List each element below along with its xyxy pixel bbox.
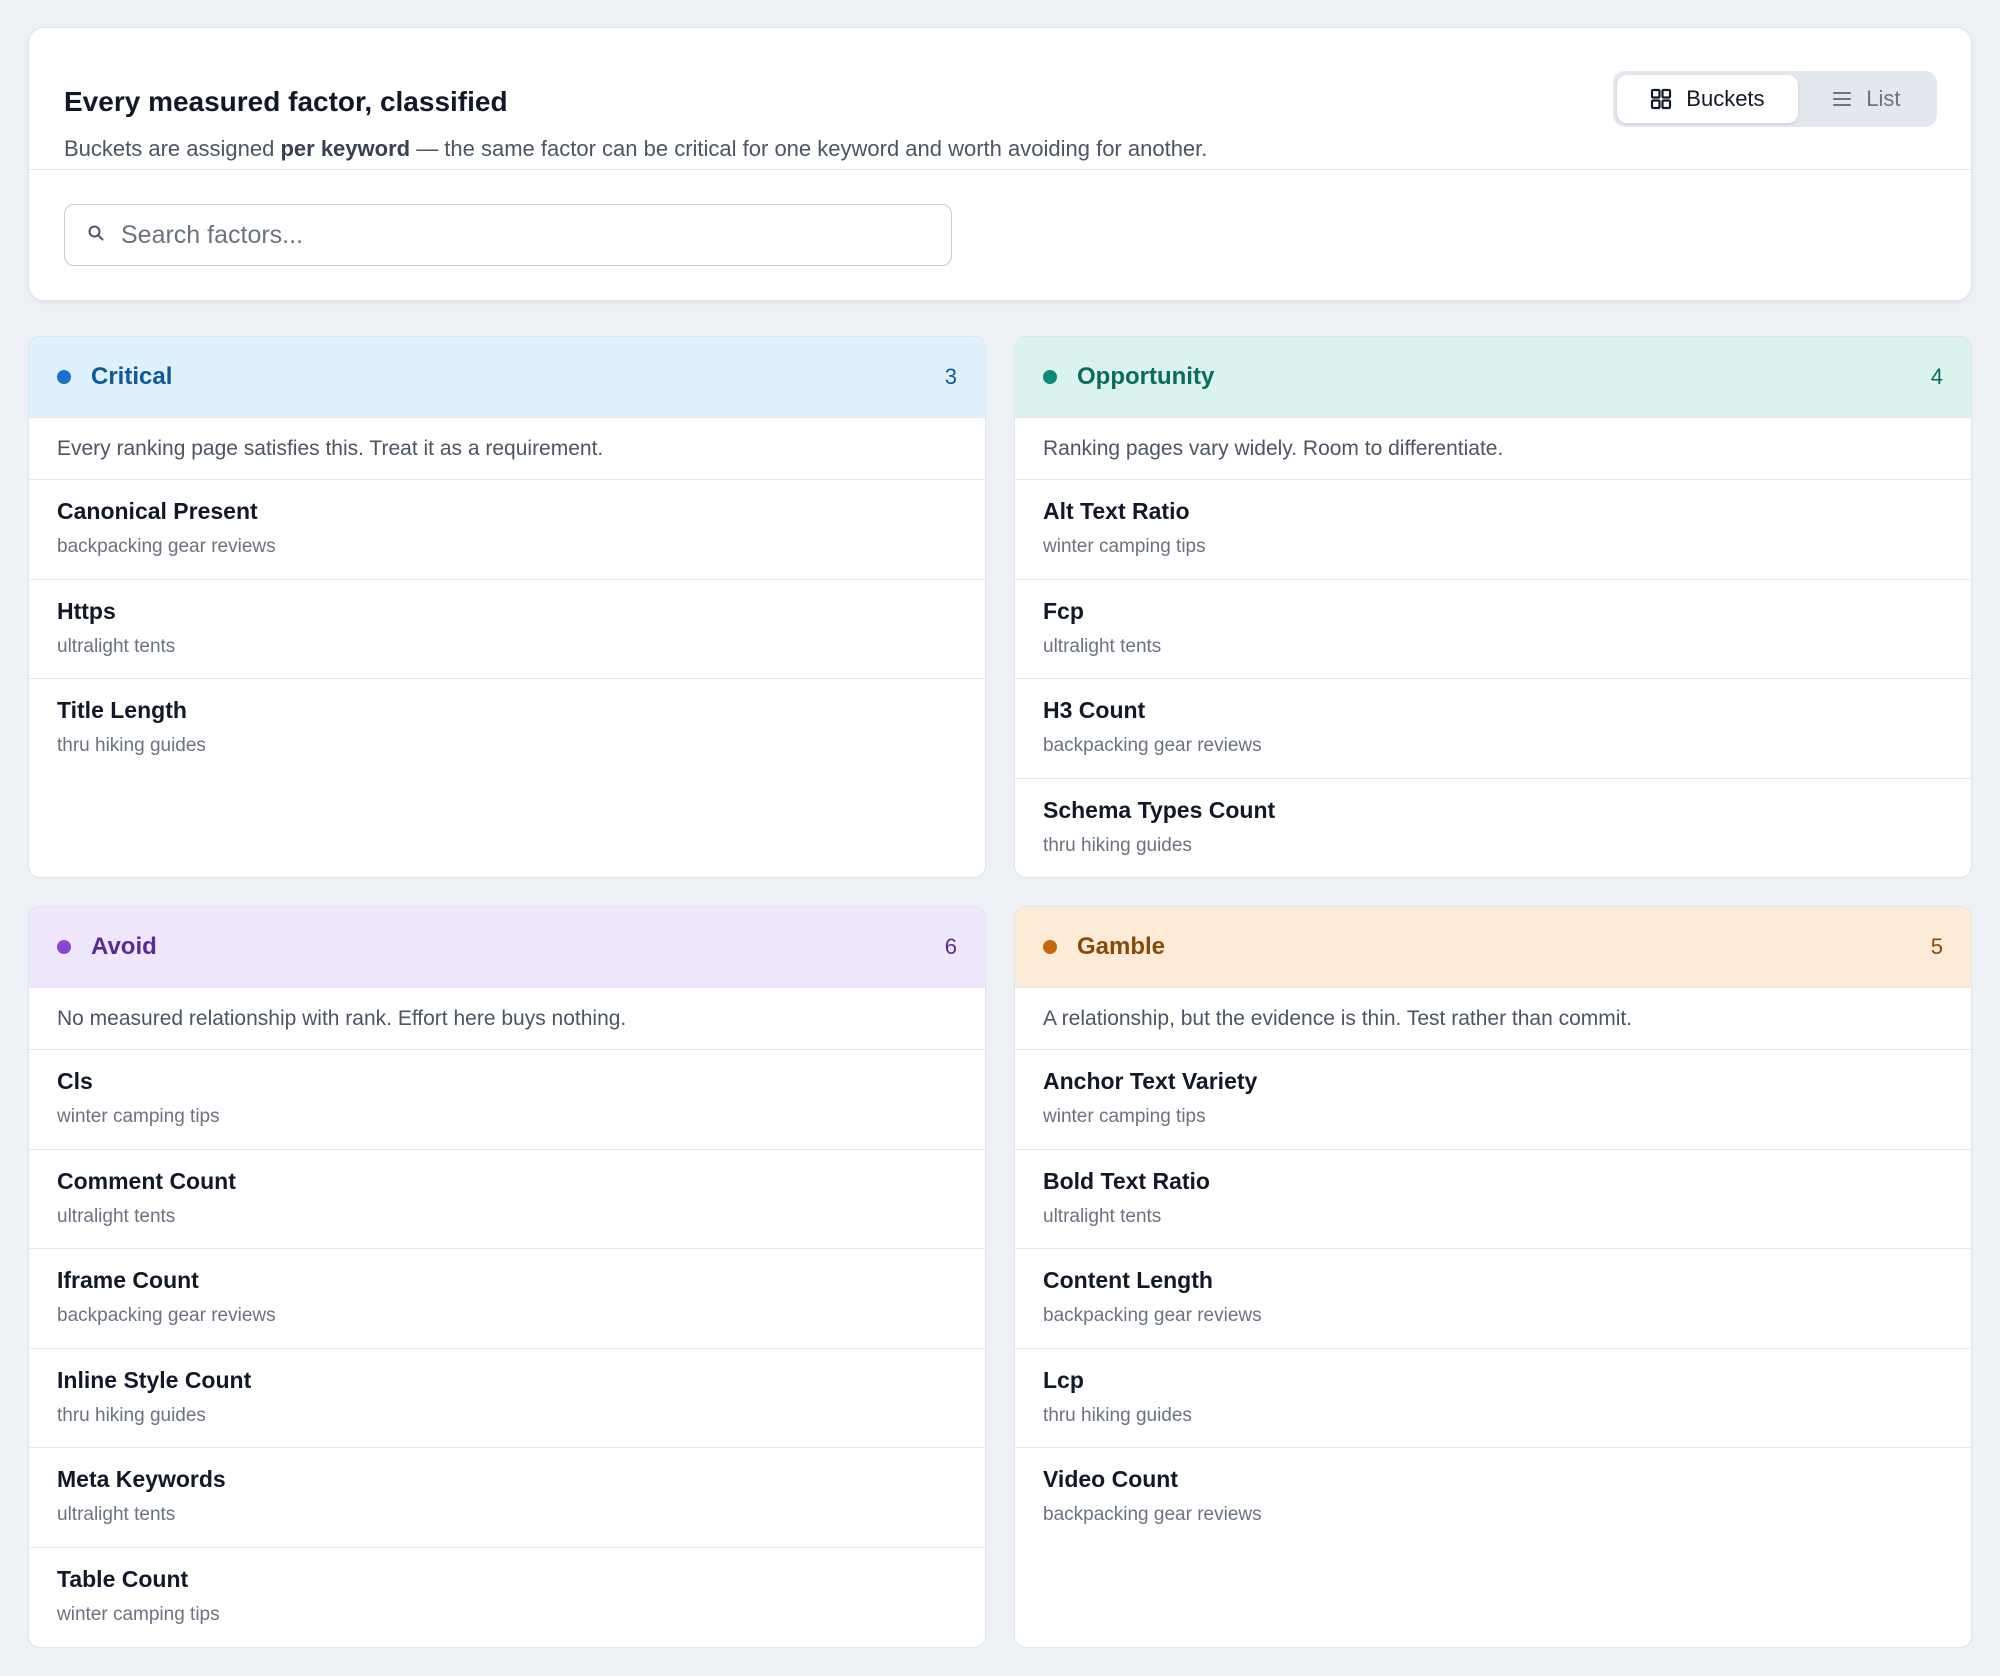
factor-item[interactable]: Schema Types Count thru hiking guides (1015, 779, 1971, 878)
factor-item[interactable]: Lcp thru hiking guides (1015, 1349, 1971, 1448)
factors-page: Every measured factor, classified Bucket… (0, 0, 2000, 1676)
bucket-description: Every ranking page satisfies this. Treat… (29, 417, 985, 480)
bucket-header: Opportunity 4 (1015, 337, 1971, 417)
factor-name: Iframe Count (57, 1267, 199, 1293)
factor-name: Title Length (57, 697, 187, 723)
bucket-description: No measured relationship with rank. Effo… (29, 987, 985, 1050)
factor-item[interactable]: Comment Count ultralight tents (29, 1150, 985, 1249)
view-toggle: Buckets List (1613, 71, 1937, 127)
subtitle-emphasis: per keyword (280, 136, 411, 161)
bucket-critical: Critical 3 Every ranking page satisfies … (28, 336, 986, 878)
bucket-header: Critical 3 (29, 337, 985, 417)
bucket-title: Opportunity (1077, 363, 1215, 390)
factor-item[interactable]: Video Count backpacking gear reviews (1015, 1448, 1971, 1548)
factor-name: Table Count (57, 1565, 189, 1592)
factor-item[interactable]: Canonical Present backpacking gear revie… (29, 480, 985, 580)
list-icon (1832, 90, 1852, 108)
factor-name: H3 Count (1043, 697, 1146, 723)
bucket-title: Gamble (1077, 933, 1166, 960)
bucket-count: 6 (944, 934, 957, 959)
header-section: Every measured factor, classified Bucket… (29, 28, 1971, 170)
factor-item[interactable]: H3 Count backpacking gear reviews (1015, 679, 1971, 779)
factor-name: Https (57, 597, 116, 624)
factor-item[interactable]: Https ultralight tents (29, 580, 985, 679)
bucket-header: Gamble 5 (1015, 907, 1971, 987)
bucket-dot (57, 370, 71, 384)
bucket-count: 4 (1930, 364, 1943, 389)
factor-name: Video Count (1043, 1466, 1179, 1492)
factor-item[interactable]: Anchor Text Variety winter camping tips (1015, 1050, 1971, 1150)
search-input[interactable] (121, 220, 901, 250)
bucket-description: Ranking pages vary widely. Room to diffe… (1015, 417, 1971, 480)
factor-keyword: thru hiking guides (57, 1404, 206, 1426)
factor-keyword: backpacking gear reviews (1043, 1504, 1262, 1525)
factor-item[interactable]: Title Length thru hiking guides (29, 679, 985, 779)
factor-keyword: winter camping tips (57, 1603, 220, 1625)
buckets-view-button[interactable]: Buckets (1617, 75, 1798, 123)
factor-name: Schema Types Count (1043, 796, 1276, 823)
factor-keyword: backpacking gear reviews (1043, 1305, 1262, 1326)
search-box[interactable] (64, 204, 952, 266)
factor-keyword: ultralight tents (57, 1205, 176, 1227)
bucket-dot (57, 940, 71, 954)
grid-icon (1650, 88, 1672, 110)
bucket-count: 3 (944, 364, 957, 389)
factor-name: Content Length (1043, 1267, 1213, 1293)
factor-name: Comment Count (57, 1167, 236, 1194)
bucket-header: Avoid 6 (29, 907, 985, 987)
factor-keyword: thru hiking guides (1043, 1404, 1192, 1426)
subtitle-text-start: Buckets are assigned (64, 136, 281, 161)
page-title: Every measured factor, classified (64, 86, 508, 117)
factor-keyword: backpacking gear reviews (1043, 735, 1262, 756)
factor-keyword: ultralight tents (1043, 635, 1162, 657)
factor-keyword: backpacking gear reviews (57, 1305, 276, 1326)
factor-item[interactable]: Bold Text Ratio ultralight tents (1015, 1150, 1971, 1249)
factor-item[interactable]: Cls winter camping tips (29, 1050, 985, 1150)
bucket-opportunity: Opportunity 4 Ranking pages vary widely.… (1014, 336, 1972, 878)
factor-name: Bold Text Ratio (1043, 1167, 1210, 1194)
factor-name: Cls (57, 1068, 93, 1094)
factor-keyword: winter camping tips (1043, 536, 1206, 557)
factor-keyword: ultralight tents (57, 1504, 176, 1525)
factor-item[interactable]: Table Count winter camping tips (29, 1548, 985, 1648)
factor-name: Lcp (1043, 1366, 1084, 1393)
bucket-title: Avoid (91, 933, 157, 960)
list-view-button[interactable]: List (1800, 75, 1933, 123)
buckets-view-label: Buckets (1686, 86, 1765, 111)
factor-item[interactable]: Alt Text Ratio winter camping tips (1015, 480, 1971, 580)
bucket-title: Critical (91, 363, 173, 390)
factor-keyword: winter camping tips (1043, 1106, 1206, 1127)
bucket-gamble: Gamble 5 A relationship, but the evidenc… (1014, 906, 1972, 1648)
factor-name: Fcp (1043, 597, 1084, 624)
factor-keyword: ultralight tents (57, 635, 176, 657)
bucket-avoid: Avoid 6 No measured relationship with ra… (28, 906, 986, 1648)
factor-item[interactable]: Iframe Count backpacking gear reviews (29, 1249, 985, 1349)
factor-keyword: thru hiking guides (57, 735, 206, 756)
factor-item[interactable]: Content Length backpacking gear reviews (1015, 1249, 1971, 1349)
factor-keyword: thru hiking guides (1043, 834, 1192, 856)
factor-keyword: winter camping tips (57, 1106, 220, 1127)
factor-name: Alt Text Ratio (1043, 498, 1190, 524)
factor-item[interactable]: Meta Keywords ultralight tents (29, 1448, 985, 1548)
factor-item[interactable]: Inline Style Count thru hiking guides (29, 1349, 985, 1448)
factor-name: Canonical Present (57, 498, 258, 524)
header-card: Every measured factor, classified Bucket… (28, 27, 1972, 301)
list-view-label: List (1866, 86, 1901, 111)
factor-keyword: backpacking gear reviews (57, 536, 276, 557)
factor-keyword: ultralight tents (1043, 1205, 1162, 1227)
search-icon (87, 224, 105, 247)
page-subtitle: Buckets are assigned per keyword — the s… (64, 136, 1207, 162)
factor-name: Inline Style Count (57, 1366, 252, 1393)
bucket-dot (1043, 370, 1057, 384)
factor-item[interactable]: Fcp ultralight tents (1015, 580, 1971, 679)
subtitle-text-end: — the same factor can be critical for on… (410, 136, 1208, 161)
bucket-dot (1043, 940, 1057, 954)
factor-name: Meta Keywords (57, 1466, 226, 1492)
factor-name: Anchor Text Variety (1043, 1068, 1258, 1094)
bucket-count: 5 (1930, 934, 1943, 959)
bucket-description: A relationship, but the evidence is thin… (1015, 987, 1971, 1050)
